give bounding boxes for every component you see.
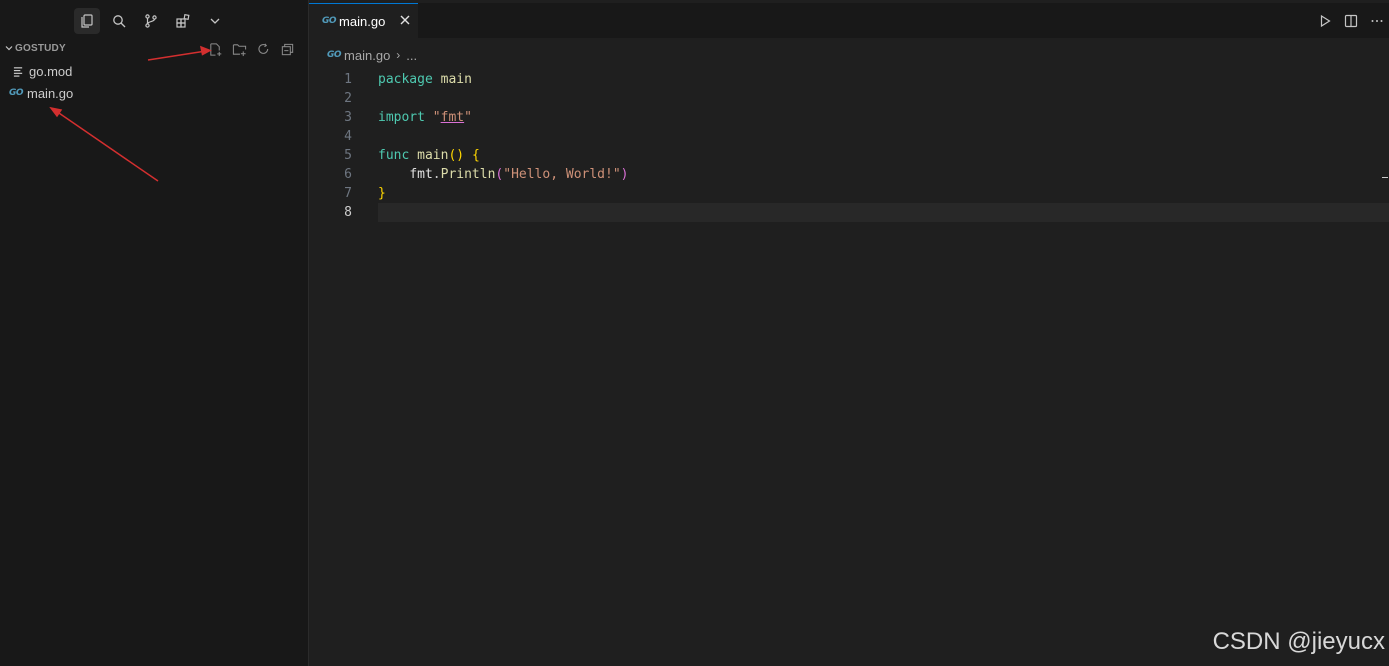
line-source: fmt.Println("Hello, World!") xyxy=(409,167,629,182)
code-line: 2 xyxy=(309,89,1389,108)
breadcrumb-symbols[interactable]: ... xyxy=(406,48,417,63)
file-name: go.mod xyxy=(29,63,73,79)
file-name: main.go xyxy=(27,85,74,101)
line-source: func main() { xyxy=(378,148,480,163)
lines-icon xyxy=(10,65,26,77)
code-line: 1 package main xyxy=(309,70,1389,89)
chevron-down-icon[interactable] xyxy=(202,8,228,34)
close-icon[interactable] xyxy=(399,14,411,26)
new-file-icon[interactable] xyxy=(207,41,223,57)
refresh-icon[interactable] xyxy=(255,41,271,57)
code-line: 7 } xyxy=(309,184,1389,203)
line-number: 3 xyxy=(344,110,352,125)
line-number: 8 xyxy=(344,205,352,220)
code-editor[interactable]: 1 package main 2 3 import "fmt" 4 5 func… xyxy=(309,70,1389,222)
file-item-go-mod[interactable]: go.mod xyxy=(0,60,308,82)
code-line-current: 8 xyxy=(344,203,1389,222)
line-source: } xyxy=(378,186,386,201)
line-source: import "fmt" xyxy=(378,110,472,125)
editor-area: GO main.go GO main.go › ... 1 package ma… xyxy=(309,0,1389,666)
vscode-window: GOSTUDY go.mod GO main.go GO main.go GO … xyxy=(0,0,1389,666)
code-line: 5 func main() { xyxy=(309,146,1389,165)
sidebar-view-tabs xyxy=(74,8,228,34)
explorer-section-header[interactable]: GOSTUDY xyxy=(0,40,308,58)
go-file-icon: GO xyxy=(322,16,337,26)
sidebar: GOSTUDY go.mod GO main.go xyxy=(0,0,309,666)
explorer-folder-title: GOSTUDY xyxy=(15,43,66,54)
explorer-icon[interactable] xyxy=(74,8,100,34)
go-file-icon: GO xyxy=(8,88,24,98)
code-line: 3 import "fmt" xyxy=(309,108,1389,127)
explorer-actions xyxy=(207,40,295,58)
split-editor-icon[interactable] xyxy=(1343,13,1359,29)
more-actions-icon[interactable] xyxy=(1369,13,1385,29)
source-control-icon[interactable] xyxy=(138,8,164,34)
extensions-icon[interactable] xyxy=(170,8,196,34)
run-icon[interactable] xyxy=(1317,13,1333,29)
editor-actions xyxy=(1317,13,1385,29)
breadcrumb-file[interactable]: main.go xyxy=(344,48,390,63)
watermark: CSDN @jieyucx xyxy=(1212,628,1385,655)
breadcrumb: GO main.go › ... xyxy=(327,46,417,64)
editor-tab-bar: GO main.go xyxy=(309,0,1389,38)
line-number: 4 xyxy=(344,129,352,144)
code-line: 4 xyxy=(309,127,1389,146)
go-file-icon: GO xyxy=(327,50,342,60)
new-folder-icon[interactable] xyxy=(231,41,247,57)
file-item-main-go[interactable]: GO main.go xyxy=(0,82,308,104)
tab-main-go[interactable]: GO main.go xyxy=(309,3,418,38)
line-number: 2 xyxy=(344,91,352,106)
tab-label: main.go xyxy=(339,13,386,29)
line-number: 1 xyxy=(344,72,352,87)
line-number: 6 xyxy=(344,167,352,182)
chevron-right-icon: › xyxy=(396,48,401,62)
line-source: package main xyxy=(378,72,472,87)
line-number: 7 xyxy=(344,186,352,201)
chevron-down-icon[interactable] xyxy=(4,43,14,53)
search-icon[interactable] xyxy=(106,8,132,34)
minimap-marker xyxy=(1382,177,1388,178)
code-line: 6 fmt.Println("Hello, World!") xyxy=(309,165,1389,184)
collapse-all-icon[interactable] xyxy=(279,41,295,57)
line-number: 5 xyxy=(344,148,352,163)
